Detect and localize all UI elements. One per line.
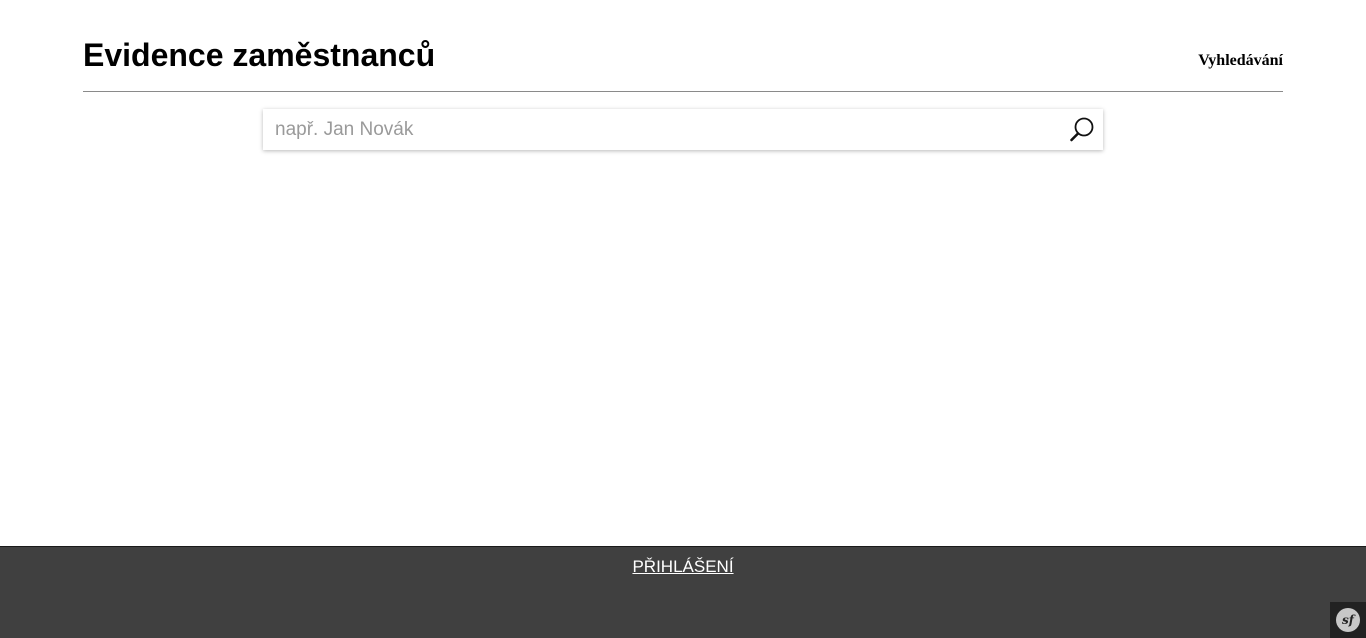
search-bar bbox=[263, 109, 1103, 150]
header: Evidence zaměstnanců Vyhledávání bbox=[83, 0, 1283, 92]
page: Evidence zaměstnanců Vyhledávání PŘIHLÁŠ… bbox=[0, 0, 1366, 638]
nav-search-link[interactable]: Vyhledávání bbox=[1198, 51, 1283, 71]
search-icon bbox=[1070, 117, 1094, 142]
page-title: Evidence zaměstnanců bbox=[83, 37, 436, 73]
symfony-logo-icon: sf bbox=[1336, 608, 1360, 632]
footer-login-container: PŘIHLÁŠENÍ bbox=[0, 557, 1366, 577]
footer: PŘIHLÁŠENÍ sf bbox=[0, 546, 1366, 638]
search-button[interactable] bbox=[1067, 115, 1097, 145]
search-input[interactable] bbox=[263, 109, 1053, 150]
symfony-toolbar-toggle[interactable]: sf bbox=[1330, 602, 1366, 638]
login-link[interactable]: PŘIHLÁŠENÍ bbox=[632, 557, 733, 576]
